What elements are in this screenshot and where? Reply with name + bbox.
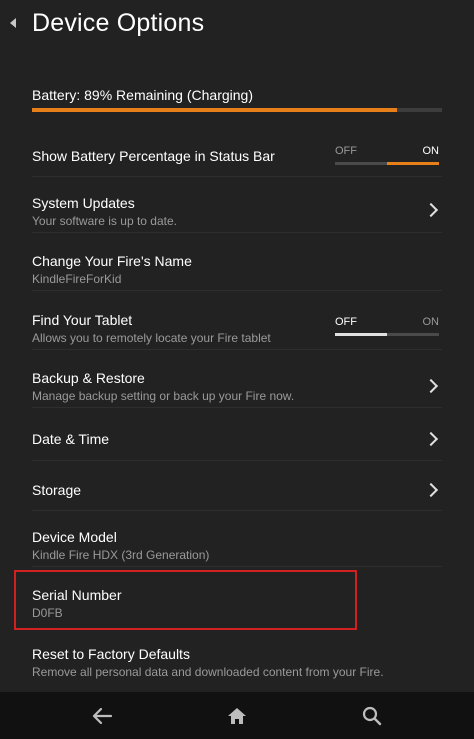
setting-subtitle: Kindle Fire HDX (3rd Generation) [32,548,210,562]
toggle-track [335,333,439,336]
setting-date-time[interactable]: Date & Time [32,418,442,461]
toggle-off-label: OFF [335,145,357,157]
setting-title: Backup & Restore [32,370,145,386]
header-bar: Device Options [0,0,474,56]
toggle-knob [335,333,387,336]
setting-title: System Updates [32,195,135,211]
setting-device-model: Device Model Kindle Fire HDX (3rd Genera… [32,520,442,567]
serial-number-highlight-box [14,570,357,630]
setting-subtitle: Your software is up to date. [32,214,177,228]
setting-title: Reset to Factory Defaults [32,646,190,662]
setting-storage[interactable]: Storage [32,468,442,511]
toggle-on-label: ON [422,316,440,328]
setting-backup-restore[interactable]: Backup & Restore Manage backup setting o… [32,361,442,408]
home-icon[interactable] [207,692,267,739]
setting-subtitle: Remove all personal data and downloaded … [32,665,384,679]
battery-level-fill [32,108,397,112]
setting-system-updates[interactable]: System Updates Your software is up to da… [32,186,442,233]
back-icon[interactable] [72,692,132,739]
setting-title: Show Battery Percentage in Status Bar [32,148,275,164]
search-icon[interactable] [342,692,402,739]
back-arrow-icon[interactable] [10,18,16,28]
setting-title: Change Your Fire's Name [32,253,192,269]
battery-level-bar [32,108,442,112]
find-tablet-toggle[interactable]: OFF ON [335,316,439,340]
setting-title: Storage [32,482,82,498]
setting-subtitle: Manage backup setting or back up your Fi… [32,389,295,403]
page-title: Device Options [32,9,205,37]
toggle-track [335,162,439,165]
setting-reset-factory-defaults[interactable]: Reset to Factory Defaults Remove all per… [32,637,442,683]
battery-percentage-toggle[interactable]: OFF ON [335,145,439,169]
toggle-off-label: OFF [335,316,357,328]
navigation-bar [0,692,474,739]
toggle-knob [387,162,439,165]
setting-title: Device Model [32,529,117,545]
setting-title: Date & Time [32,431,110,447]
setting-change-fire-name[interactable]: Change Your Fire's Name KindleFireForKid [32,244,442,291]
toggle-on-label: ON [422,145,440,157]
battery-status-label: Battery: 89% Remaining (Charging) [32,87,253,103]
setting-subtitle: KindleFireForKid [32,272,122,286]
